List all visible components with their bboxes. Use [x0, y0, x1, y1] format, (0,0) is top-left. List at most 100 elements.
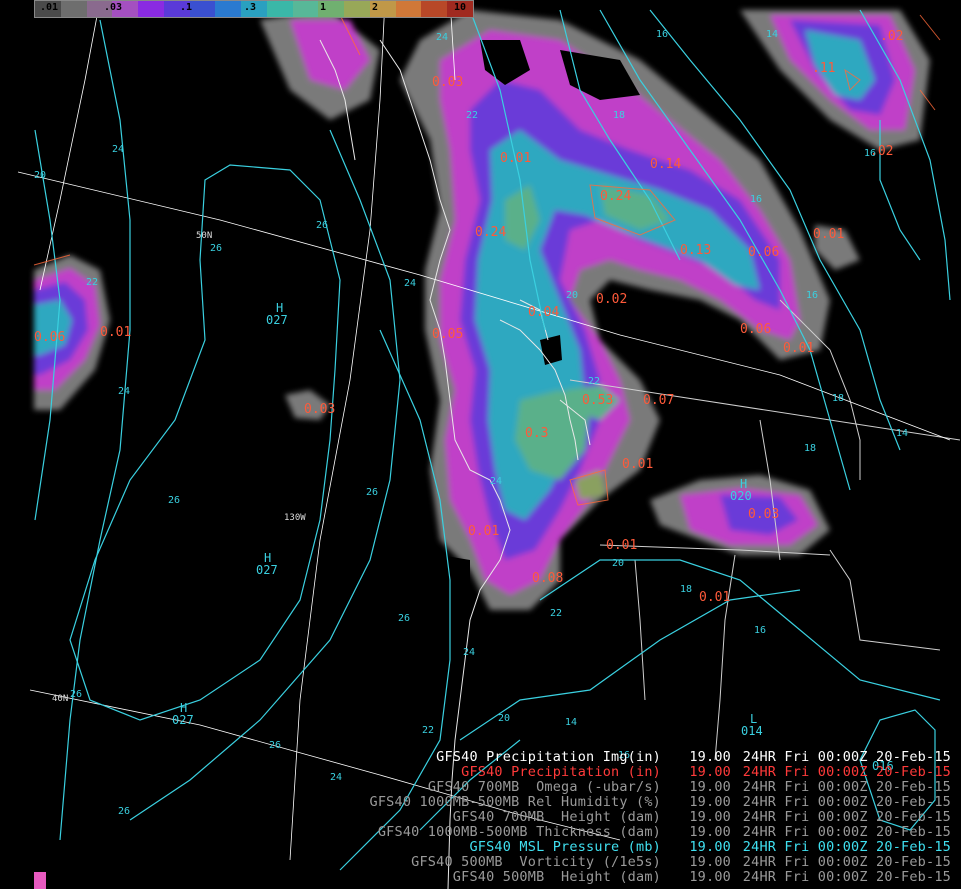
legend-row[interactable]: GFS40 500MB Height (dam) 19.00 24HR Fri 00…: [311, 870, 951, 885]
precip-label: 0.01: [622, 457, 653, 472]
legend-row[interactable]: GFS40 MSL Pressure (mb) 19.00 24HR Fri 00:…: [311, 840, 951, 855]
contour-label: 26: [168, 495, 180, 506]
precip-label: 0.06: [748, 245, 779, 260]
colorbar-segment: [395, 1, 422, 17]
legend-layer-name: GFS40 1000MB-500MB Rel Humidity (%): [369, 794, 661, 810]
precip-label: 0.03: [748, 507, 779, 522]
contour-label: 26: [398, 613, 410, 624]
legend-layer-time: 24HR Fri 00:00Z 20-Feb-15: [742, 839, 951, 855]
legend-row[interactable]: GFS40 500MB Vorticity (/1e5s) 19.00 24HR F…: [311, 855, 951, 870]
precip-label: 0.01: [783, 341, 814, 356]
colorbar-label: .01: [40, 2, 59, 13]
contour-label: 14: [896, 428, 908, 439]
legend-row[interactable]: GFS40 1000MB-500MB Thickness (dam) 19.00 2…: [311, 825, 951, 840]
precip-label: 0.01: [500, 151, 531, 166]
legend-row[interactable]: GFS40 700MB Height (dam) 19.00 24HR Fri 00…: [311, 810, 951, 825]
legend-layer-time: 24HR Fri 00:00Z 20-Feb-15: [742, 779, 951, 795]
low-pressure-value: 014: [741, 724, 763, 738]
high-pressure-value: 027: [256, 563, 278, 577]
colorbar-segment: [344, 1, 370, 17]
legend-layer-time: 24HR Fri 00:00Z 20-Feb-15: [742, 764, 951, 780]
contour-label: 16: [864, 148, 876, 159]
contour-label: 18: [832, 393, 844, 404]
legend-layer-name: GFS40 1000MB-500MB Thickness (dam): [377, 824, 661, 840]
precip-label: 0.01: [100, 325, 131, 340]
precip-label: 0.01: [606, 538, 637, 553]
legend-layer-time: 24HR Fri 00:00Z 20-Feb-15: [742, 809, 951, 825]
legend-layer-value: 19.00: [689, 794, 731, 810]
contour-label: 22: [550, 608, 562, 619]
longitude-label: 130W: [284, 513, 306, 523]
legend-row[interactable]: GFS40 Precipitation Img(in) 19.00 24HR Fri…: [311, 750, 951, 765]
legend-row[interactable]: GFS40 1000MB-500MB Rel Humidity (%) 19.00…: [311, 795, 951, 810]
legend-layer-value: 19.00: [689, 824, 731, 840]
contour-label: 24: [490, 476, 502, 487]
legend-layer-name: GFS40 700MB Omega (-ubar/s): [427, 779, 661, 795]
precip-label: 0.06: [34, 330, 65, 345]
precip-label: 0.24: [475, 225, 506, 240]
high-pressure-value: 027: [266, 313, 288, 327]
contour-label: 16: [750, 194, 762, 205]
legend-layer-value: 19.00: [689, 764, 731, 780]
contour-label: 24: [112, 144, 124, 155]
precip-label: 0.03: [432, 75, 463, 90]
legend-layer-value: 19.00: [689, 854, 731, 870]
precip-label: 0.08: [532, 571, 563, 586]
contour-label: 24: [463, 647, 475, 658]
precip-label: 0.3: [525, 426, 548, 441]
colorbar-segment: [138, 1, 164, 17]
contour-label: 26: [118, 806, 130, 817]
precip-label: 0.05: [432, 327, 463, 342]
colorbar-segment: [189, 1, 216, 17]
precip-label: 0.24: [600, 189, 631, 204]
colorbar-segment: [266, 1, 293, 17]
corner-marker: [34, 872, 46, 889]
legend-layer-name: GFS40 Precipitation Img(in): [436, 749, 661, 765]
contour-label: 20: [612, 558, 624, 569]
precip-label: 0.53: [582, 393, 613, 408]
legend-layer-time: 24HR Fri 00:00Z 20-Feb-15: [742, 794, 951, 810]
colorbar-segment: [421, 1, 448, 17]
contour-label: 26: [269, 740, 281, 751]
legend-layer-name: GFS40 MSL Pressure (mb): [469, 839, 661, 855]
contour-label: 18: [613, 110, 625, 121]
contour-label: 26: [70, 689, 82, 700]
contour-label: 24: [436, 32, 448, 43]
precip-label: 0.04: [528, 305, 559, 320]
contour-label: 22: [466, 110, 478, 121]
contour-label: 22: [588, 376, 600, 387]
precip-label: .02: [880, 29, 903, 44]
colorbar-label: .3: [244, 2, 257, 13]
legend-row[interactable]: GFS40 700MB Omega (-ubar/s) 19.00 24HR Fri…: [311, 780, 951, 795]
layer-legend: GFS40 Precipitation Img(in) 19.00 24HR Fri…: [311, 750, 951, 885]
legend-layer-name: GFS40 700MB Height (dam): [452, 809, 661, 825]
legend-layer-value: 19.00: [689, 839, 731, 855]
legend-layer-name: GFS40 500MB Height (dam): [452, 869, 661, 885]
contour-label: 20: [498, 713, 510, 724]
colorbar-label: .03: [104, 2, 123, 13]
colorbar-segment: [292, 1, 319, 17]
high-pressure-value: 027: [172, 713, 194, 727]
contour-label: 20: [566, 290, 578, 301]
precip-label: 0.03: [304, 402, 335, 417]
legend-row[interactable]: GFS40 Precipitation (in) 19.00 24HR Fri 00…: [311, 765, 951, 780]
legend-layer-name: GFS40 500MB Vorticity (/1e5s): [411, 854, 661, 870]
contour-label: 24: [404, 278, 416, 289]
legend-layer-value: 19.00: [689, 809, 731, 825]
contour-label: 24: [118, 386, 130, 397]
contour-label: 22: [422, 725, 434, 736]
legend-layer-time: 24HR Fri 00:00Z 20-Feb-15: [742, 854, 951, 870]
legend-layer-name: GFS40 Precipitation (in): [461, 764, 661, 780]
contour-label: 22: [86, 277, 98, 288]
colorbar-label: 10: [454, 2, 467, 13]
colorbar-label: .1: [180, 2, 193, 13]
latitude-label: 50N: [196, 231, 212, 241]
high-pressure-value: 020: [730, 489, 752, 503]
contour-label: 18: [680, 584, 692, 595]
latitude-label: 40N: [52, 694, 68, 704]
contour-label: 26: [366, 487, 378, 498]
precip-label: 0.13: [680, 243, 711, 258]
precip-shading: [34, 10, 930, 610]
contour-label: 16: [806, 290, 818, 301]
legend-layer-time: 24HR Fri 00:00Z 20-Feb-15: [742, 824, 951, 840]
